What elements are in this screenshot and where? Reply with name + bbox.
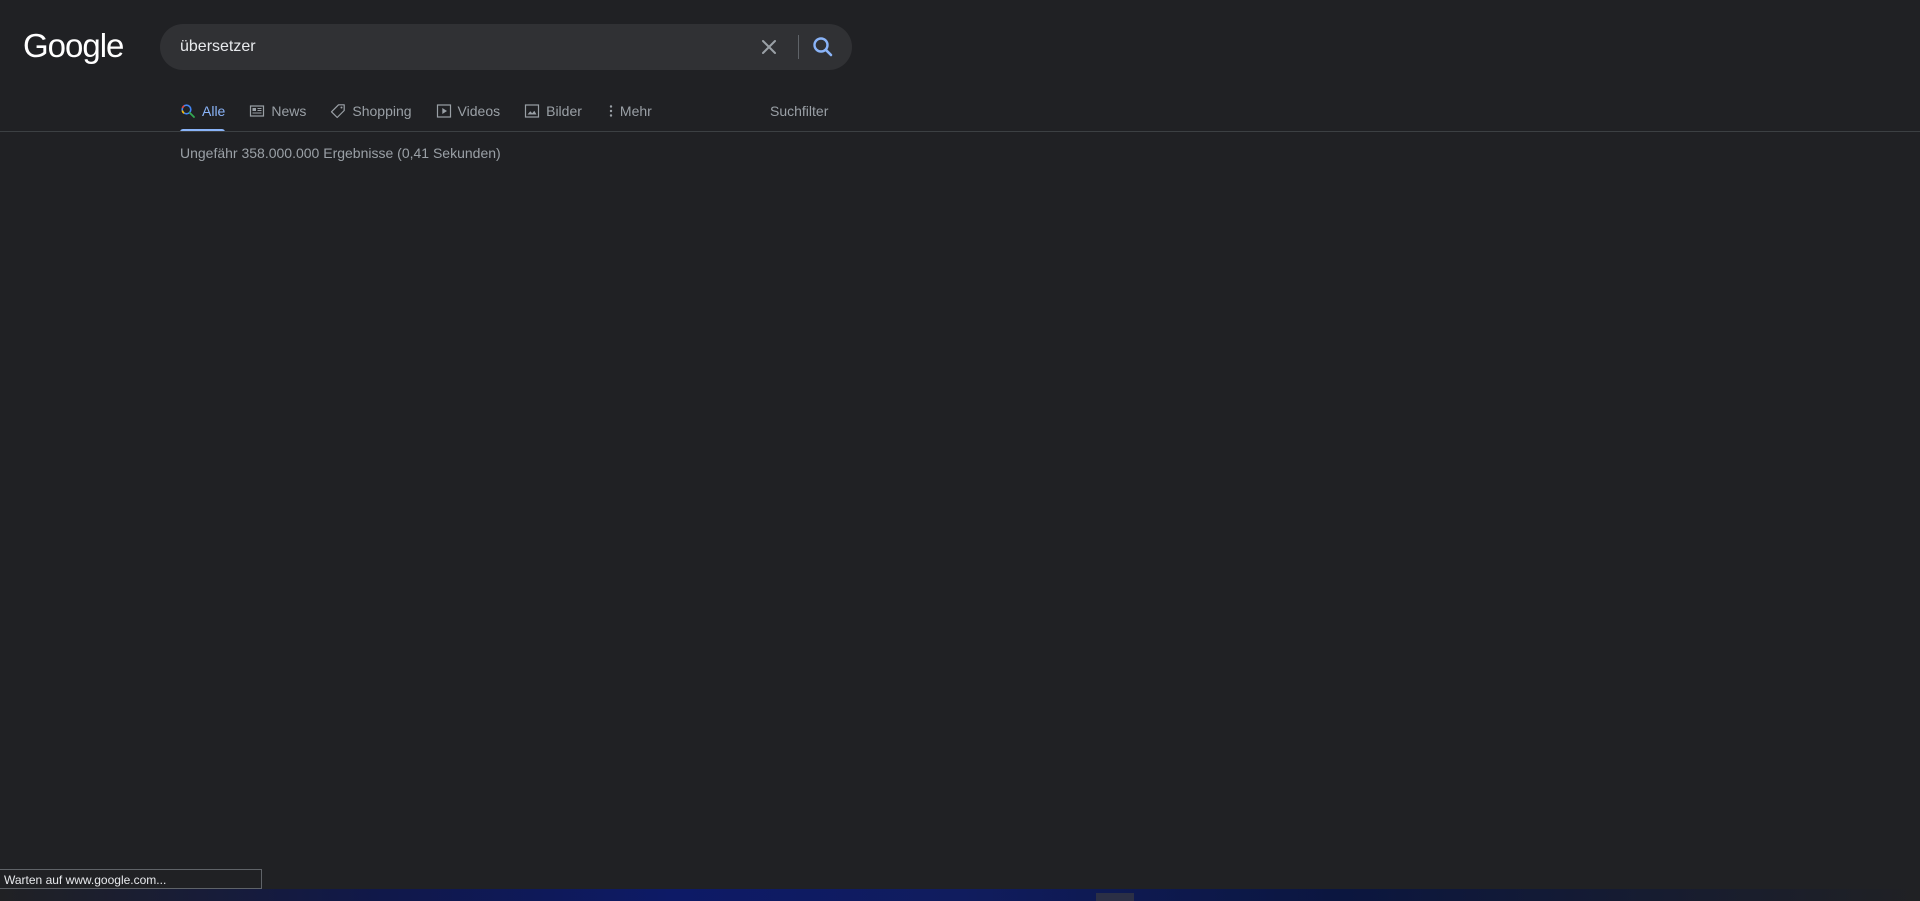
taskbar [0,889,1920,901]
tab-label: Videos [457,103,501,119]
tab-videos[interactable]: Videos [436,92,501,130]
more-vertical-icon [609,105,613,117]
tab-shopping[interactable]: Shopping [330,92,412,130]
tab-label: News [271,103,307,119]
tab-label: Bilder [546,103,582,119]
search-box [160,24,852,70]
search-box-divider [798,35,799,59]
page: Google Alle [0,0,1920,901]
search-tabs: Alle News Shopping Videos Bilder Mehr [180,92,676,132]
news-icon [250,105,265,117]
taskbar-item[interactable] [1096,893,1134,901]
search-icon [181,104,195,118]
clear-button[interactable] [757,35,781,59]
close-icon [762,40,776,54]
tab-label: Alle [202,103,226,119]
browser-status-bar: Warten auf www.google.com... [0,869,262,889]
result-stats: Ungefähr 358.000.000 Ergebnisse (0,41 Se… [180,145,501,161]
google-logo[interactable]: Google [23,29,124,62]
tab-alle[interactable]: Alle [180,92,226,132]
search-icon [813,37,833,57]
search-input[interactable] [180,24,740,70]
tab-news[interactable]: News [249,92,306,130]
tab-label: Mehr [619,103,652,119]
play-icon [436,104,451,118]
tab-label: Shopping [352,103,412,119]
search-tools-button[interactable]: Suchfilter [770,92,828,130]
tab-mehr[interactable]: Mehr [606,92,652,130]
header-divider [0,131,1920,132]
tab-bilder[interactable]: Bilder [524,92,582,130]
tag-icon [331,104,346,119]
image-icon [525,104,540,118]
search-button[interactable] [810,34,836,60]
